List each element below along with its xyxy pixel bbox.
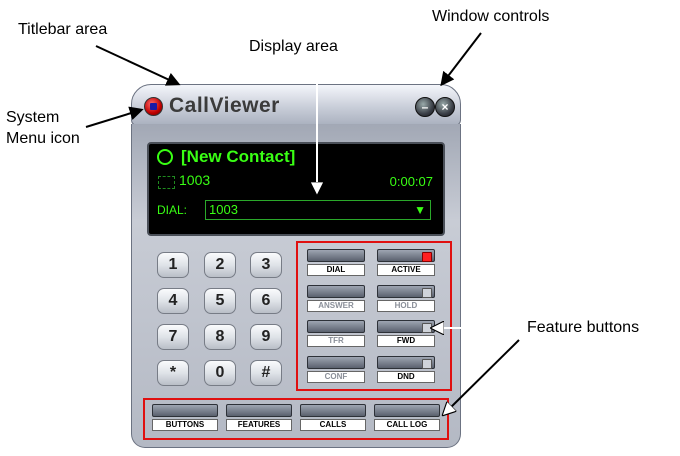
system-menu-arrow [85,106,144,128]
window-controls-arrow [440,32,482,87]
annotation-arrows [85,32,524,456]
feature-buttons-arrow-bottom [444,339,520,414]
titlebar-area-arrow [95,45,181,86]
